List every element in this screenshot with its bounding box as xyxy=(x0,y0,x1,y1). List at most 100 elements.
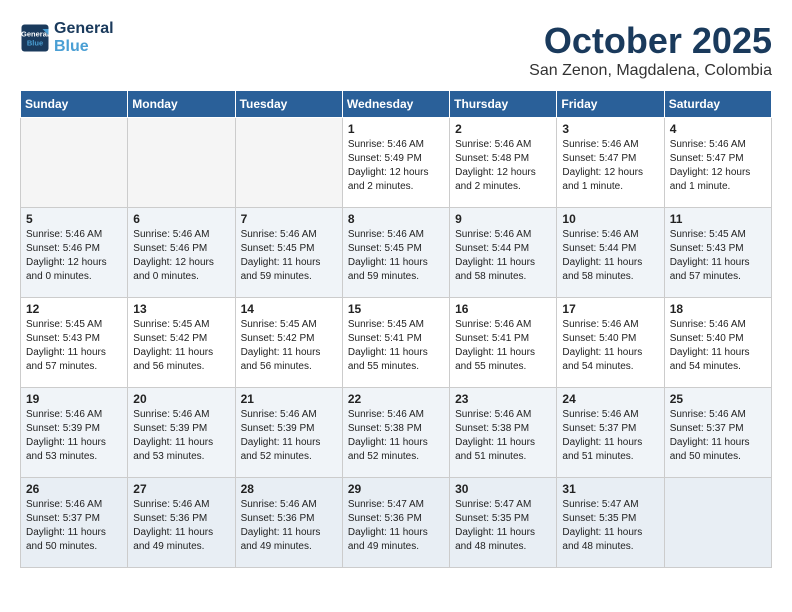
day-number: 10 xyxy=(562,212,658,226)
day-cell: 1 Sunrise: 5:46 AM Sunset: 5:49 PM Daylig… xyxy=(342,118,449,208)
month-title: October 2025 xyxy=(529,20,772,62)
logo: General Blue General Blue xyxy=(20,20,114,56)
day-cell: 3 Sunrise: 5:46 AM Sunset: 5:47 PM Daylig… xyxy=(557,118,664,208)
day-info: Sunrise: 5:46 AM Sunset: 5:40 PM Dayligh… xyxy=(670,318,766,374)
day-cell xyxy=(21,118,128,208)
day-cell: 24Sunrise: 5:46 AM Sunset: 5:37 PM Dayli… xyxy=(557,388,664,478)
day-cell: 5 Sunrise: 5:46 AM Sunset: 5:46 PM Daylig… xyxy=(21,208,128,298)
day-number: 23 xyxy=(455,392,551,406)
day-info: Sunrise: 5:46 AM Sunset: 5:49 PM Dayligh… xyxy=(348,138,444,194)
week-row-1: 1 Sunrise: 5:46 AM Sunset: 5:49 PM Daylig… xyxy=(21,118,772,208)
day-number: 12 xyxy=(26,302,122,316)
day-number: 3 xyxy=(562,122,658,136)
day-number: 30 xyxy=(455,482,551,496)
week-row-3: 12Sunrise: 5:45 AM Sunset: 5:43 PM Dayli… xyxy=(21,298,772,388)
day-cell: 22Sunrise: 5:46 AM Sunset: 5:38 PM Dayli… xyxy=(342,388,449,478)
day-info: Sunrise: 5:45 AM Sunset: 5:42 PM Dayligh… xyxy=(133,318,229,374)
day-number: 18 xyxy=(670,302,766,316)
day-info: Sunrise: 5:46 AM Sunset: 5:39 PM Dayligh… xyxy=(26,408,122,464)
day-cell: 21 Sunrise: 5:46 AM Sunset: 5:39 PM Dayli… xyxy=(235,388,342,478)
day-cell xyxy=(128,118,235,208)
day-number: 22 xyxy=(348,392,444,406)
day-info: Sunrise: 5:46 AM Sunset: 5:45 PM Dayligh… xyxy=(348,228,444,284)
day-cell: 16Sunrise: 5:46 AM Sunset: 5:41 PM Dayli… xyxy=(450,298,557,388)
day-cell: 29 Sunrise: 5:47 AM Sunset: 5:36 PM Dayli… xyxy=(342,478,449,568)
day-number: 7 xyxy=(241,212,337,226)
day-number: 28 xyxy=(241,482,337,496)
day-info: Sunrise: 5:46 AM Sunset: 5:37 PM Dayligh… xyxy=(670,408,766,464)
day-number: 27 xyxy=(133,482,229,496)
day-info: Sunrise: 5:46 AM Sunset: 5:47 PM Dayligh… xyxy=(562,138,658,194)
day-number: 4 xyxy=(670,122,766,136)
day-number: 5 xyxy=(26,212,122,226)
day-number: 8 xyxy=(348,212,444,226)
day-cell: 18 Sunrise: 5:46 AM Sunset: 5:40 PM Dayli… xyxy=(664,298,771,388)
day-number: 15 xyxy=(348,302,444,316)
day-info: Sunrise: 5:46 AM Sunset: 5:45 PM Dayligh… xyxy=(241,228,337,284)
col-header-sunday: Sunday xyxy=(21,91,128,118)
day-info: Sunrise: 5:47 AM Sunset: 5:35 PM Dayligh… xyxy=(562,498,658,554)
day-number: 9 xyxy=(455,212,551,226)
day-number: 14 xyxy=(241,302,337,316)
calendar: SundayMondayTuesdayWednesdayThursdayFrid… xyxy=(20,90,772,568)
day-info: Sunrise: 5:47 AM Sunset: 5:36 PM Dayligh… xyxy=(348,498,444,554)
day-number: 1 xyxy=(348,122,444,136)
col-header-tuesday: Tuesday xyxy=(235,91,342,118)
day-cell: 23Sunrise: 5:46 AM Sunset: 5:38 PM Dayli… xyxy=(450,388,557,478)
day-cell: 31 Sunrise: 5:47 AM Sunset: 5:35 PM Dayli… xyxy=(557,478,664,568)
day-cell: 13 Sunrise: 5:45 AM Sunset: 5:42 PM Dayli… xyxy=(128,298,235,388)
day-cell: 6 Sunrise: 5:46 AM Sunset: 5:46 PM Daylig… xyxy=(128,208,235,298)
day-number: 11 xyxy=(670,212,766,226)
day-number: 17 xyxy=(562,302,658,316)
day-cell: 20 Sunrise: 5:46 AM Sunset: 5:39 PM Dayli… xyxy=(128,388,235,478)
day-number: 21 xyxy=(241,392,337,406)
week-row-4: 19 Sunrise: 5:46 AM Sunset: 5:39 PM Dayli… xyxy=(21,388,772,478)
day-cell xyxy=(664,478,771,568)
day-cell: 2 Sunrise: 5:46 AM Sunset: 5:48 PM Daylig… xyxy=(450,118,557,208)
day-number: 6 xyxy=(133,212,229,226)
day-number: 13 xyxy=(133,302,229,316)
day-info: Sunrise: 5:46 AM Sunset: 5:37 PM Dayligh… xyxy=(26,498,122,554)
day-info: Sunrise: 5:46 AM Sunset: 5:39 PM Dayligh… xyxy=(133,408,229,464)
day-number: 25 xyxy=(670,392,766,406)
day-info: Sunrise: 5:46 AM Sunset: 5:46 PM Dayligh… xyxy=(26,228,122,284)
day-info: Sunrise: 5:47 AM Sunset: 5:35 PM Dayligh… xyxy=(455,498,551,554)
day-cell: 4Sunrise: 5:46 AM Sunset: 5:47 PM Daylig… xyxy=(664,118,771,208)
day-number: 31 xyxy=(562,482,658,496)
day-info: Sunrise: 5:46 AM Sunset: 5:46 PM Dayligh… xyxy=(133,228,229,284)
day-info: Sunrise: 5:46 AM Sunset: 5:36 PM Dayligh… xyxy=(133,498,229,554)
day-info: Sunrise: 5:45 AM Sunset: 5:42 PM Dayligh… xyxy=(241,318,337,374)
day-cell xyxy=(235,118,342,208)
day-cell: 27 Sunrise: 5:46 AM Sunset: 5:36 PM Dayli… xyxy=(128,478,235,568)
day-cell: 7 Sunrise: 5:46 AM Sunset: 5:45 PM Daylig… xyxy=(235,208,342,298)
col-header-friday: Friday xyxy=(557,91,664,118)
day-cell: 14 Sunrise: 5:45 AM Sunset: 5:42 PM Dayli… xyxy=(235,298,342,388)
day-number: 19 xyxy=(26,392,122,406)
day-number: 20 xyxy=(133,392,229,406)
day-cell: 25 Sunrise: 5:46 AM Sunset: 5:37 PM Dayli… xyxy=(664,388,771,478)
week-row-2: 5 Sunrise: 5:46 AM Sunset: 5:46 PM Daylig… xyxy=(21,208,772,298)
day-cell: 10 Sunrise: 5:46 AM Sunset: 5:44 PM Dayli… xyxy=(557,208,664,298)
logo-text-line2: Blue xyxy=(54,38,114,56)
col-header-saturday: Saturday xyxy=(664,91,771,118)
title-area: October 2025 San Zenon, Magdalena, Colom… xyxy=(529,20,772,80)
day-info: Sunrise: 5:45 AM Sunset: 5:43 PM Dayligh… xyxy=(670,228,766,284)
day-number: 2 xyxy=(455,122,551,136)
day-info: Sunrise: 5:46 AM Sunset: 5:44 PM Dayligh… xyxy=(562,228,658,284)
day-cell: 30 Sunrise: 5:47 AM Sunset: 5:35 PM Dayli… xyxy=(450,478,557,568)
day-info: Sunrise: 5:45 AM Sunset: 5:41 PM Dayligh… xyxy=(348,318,444,374)
day-number: 26 xyxy=(26,482,122,496)
col-header-wednesday: Wednesday xyxy=(342,91,449,118)
location-title: San Zenon, Magdalena, Colombia xyxy=(529,62,772,80)
day-info: Sunrise: 5:46 AM Sunset: 5:40 PM Dayligh… xyxy=(562,318,658,374)
day-number: 29 xyxy=(348,482,444,496)
col-header-thursday: Thursday xyxy=(450,91,557,118)
day-info: Sunrise: 5:46 AM Sunset: 5:36 PM Dayligh… xyxy=(241,498,337,554)
header-row: SundayMondayTuesdayWednesdayThursdayFrid… xyxy=(21,91,772,118)
day-info: Sunrise: 5:46 AM Sunset: 5:39 PM Dayligh… xyxy=(241,408,337,464)
day-number: 16 xyxy=(455,302,551,316)
header: General Blue General Blue October 2025 S… xyxy=(20,20,772,80)
day-cell: 17 Sunrise: 5:46 AM Sunset: 5:40 PM Dayli… xyxy=(557,298,664,388)
day-cell: 15 Sunrise: 5:45 AM Sunset: 5:41 PM Dayli… xyxy=(342,298,449,388)
day-info: Sunrise: 5:46 AM Sunset: 5:48 PM Dayligh… xyxy=(455,138,551,194)
